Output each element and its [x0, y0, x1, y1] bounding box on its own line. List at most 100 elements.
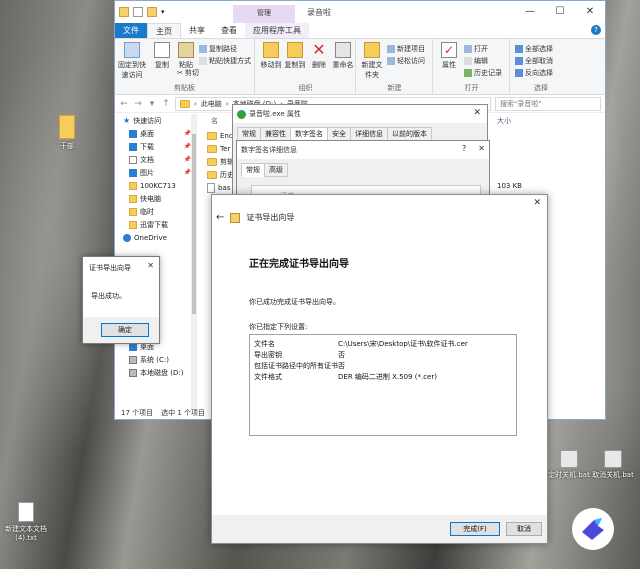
select-all-button[interactable]: 全部选择 — [515, 43, 553, 54]
copy-path-icon — [199, 44, 207, 53]
folder-small-icon[interactable] — [119, 7, 129, 17]
bird-logo-icon[interactable] — [572, 508, 614, 550]
nav-item[interactable]: OneDrive — [115, 231, 197, 244]
nav-item[interactable]: 图片 📌 — [115, 166, 197, 179]
edit-icon — [464, 56, 472, 65]
tab-app-tools[interactable]: 应用程序工具 — [245, 23, 309, 38]
help-icon[interactable]: ? — [591, 25, 601, 35]
new-item-button[interactable]: 新建项目 — [387, 43, 425, 54]
search-input[interactable]: 搜索"录音啦" — [495, 96, 601, 111]
cloud-icon — [123, 233, 131, 242]
cut-label: 剪切 — [184, 68, 199, 77]
back-arrow-icon[interactable]: ← — [119, 99, 129, 109]
file-row[interactable]: bas — [207, 182, 230, 194]
invert-selection-button[interactable]: 反向选择 — [515, 67, 553, 78]
nav-item[interactable]: 文档 📌 — [115, 153, 197, 166]
minimize-icon[interactable]: — — [515, 1, 545, 23]
tab-file[interactable]: 文件 — [115, 23, 147, 38]
desktop-bat-cancel[interactable]: 取消关机.bat — [590, 450, 636, 480]
scroll-thumb[interactable] — [192, 134, 196, 314]
chevron-down-icon[interactable]: ▾ — [161, 8, 165, 16]
open-icon — [464, 44, 472, 53]
tab-share[interactable]: 共享 — [181, 23, 213, 38]
setting-value: C:\Users\宋\Desktop\证书\软件证书.cer — [338, 340, 468, 348]
nav-scrollbar[interactable] — [191, 114, 197, 409]
paste-button[interactable]: 粘贴 — [173, 42, 199, 70]
copy-button[interactable]: 复制 — [149, 42, 175, 70]
pin-quick-access-button[interactable]: 固定到快速访问 — [117, 42, 147, 80]
column-header-name[interactable]: 名 — [211, 116, 218, 126]
nav-item[interactable]: 100KC713 — [115, 179, 197, 192]
properties-small-icon[interactable] — [133, 7, 143, 17]
help-icon[interactable]: ? — [462, 144, 466, 153]
new-folder-button[interactable]: 新建文件夹 — [359, 42, 385, 80]
desktop-folder-icon[interactable]: 干部 — [52, 115, 82, 151]
tab-previous-versions[interactable]: 以前的版本 — [387, 127, 432, 141]
cancel-button[interactable]: 取消 — [506, 522, 542, 536]
close-icon[interactable]: ✕ — [575, 1, 605, 23]
tab-general[interactable]: 常规 — [237, 127, 261, 141]
rename-icon — [335, 42, 351, 58]
delete-button[interactable]: ✕ 删除 — [306, 42, 332, 70]
nav-item[interactable]: 迅雷下载 — [115, 218, 197, 231]
breadcrumb-this-pc[interactable]: 此电脑 — [201, 99, 222, 109]
up-arrow-icon[interactable]: ↑ — [161, 99, 171, 109]
file-row[interactable]: Ter — [207, 143, 230, 155]
maximize-icon[interactable]: ☐ — [545, 1, 575, 23]
nav-item[interactable]: ★ 快速访问 — [115, 114, 197, 127]
cut-button[interactable]: ✂ 剪切 — [177, 67, 199, 78]
folder-icon — [59, 115, 75, 139]
pin-icon[interactable]: 📌 — [184, 156, 191, 163]
open-button[interactable]: 打开 — [464, 43, 488, 54]
paste-shortcut-button[interactable]: 粘贴快捷方式 — [199, 55, 251, 66]
close-icon[interactable]: ✕ — [533, 198, 541, 208]
tab-home[interactable]: 主页 — [147, 23, 181, 38]
nav-item[interactable]: 快电脑 — [115, 192, 197, 205]
close-icon[interactable]: ✕ — [147, 261, 154, 270]
tab-security[interactable]: 安全 — [327, 127, 351, 141]
file-row[interactable]: 历史 — [207, 169, 234, 181]
tab-details[interactable]: 详细信息 — [350, 127, 388, 141]
select-none-label: 全部取消 — [525, 56, 553, 65]
pin-icon[interactable]: 📌 — [184, 130, 191, 137]
column-header-size[interactable]: 大小 — [497, 116, 511, 126]
tab-view[interactable]: 查看 — [213, 23, 245, 38]
new-folder-small-icon[interactable] — [147, 7, 157, 17]
history-button[interactable]: 历史记录 — [464, 67, 502, 78]
back-arrow-icon[interactable]: ← — [216, 212, 224, 223]
desktop-icon-label: 干部 — [60, 142, 74, 150]
tab-general[interactable]: 常规 — [241, 163, 265, 177]
pin-icon[interactable]: 📌 — [184, 169, 191, 176]
pin-icon[interactable]: 📌 — [184, 143, 191, 150]
copy-to-button[interactable]: 复制到 — [282, 42, 308, 70]
finish-button[interactable]: 完成(F) — [450, 522, 500, 536]
ok-button[interactable]: 确定 — [101, 323, 149, 337]
group-label: 新建 — [387, 84, 402, 92]
desktop-bat-shutdown[interactable]: 定时关机.bat — [548, 450, 590, 480]
edit-button[interactable]: 编辑 — [464, 55, 488, 66]
easy-access-button[interactable]: 轻松访问 — [387, 55, 425, 66]
chevron-down-icon[interactable]: ▾ — [147, 99, 157, 109]
copy-path-button[interactable]: 复制路径 — [199, 43, 237, 54]
select-none-button[interactable]: 全部取消 — [515, 55, 553, 66]
close-icon[interactable]: ✕ — [478, 144, 485, 153]
tab-compatibility[interactable]: 兼容性 — [260, 127, 291, 141]
close-icon[interactable]: ✕ — [473, 108, 481, 118]
desktop-text-file-icon[interactable]: 新建文本文档 (4).txt — [4, 502, 48, 542]
tab-digital-signatures[interactable]: 数字签名 — [290, 127, 328, 141]
nav-item-label: 100KC713 — [140, 181, 176, 190]
file-row[interactable]: Enc — [207, 130, 233, 142]
nav-item[interactable]: 桌面 📌 — [115, 127, 197, 140]
nav-item[interactable]: 临时 — [115, 205, 197, 218]
rename-button[interactable]: 重命名 — [330, 42, 356, 70]
wizard-title: 证书导出向导 — [246, 213, 295, 222]
file-row[interactable]: 剪辑 — [207, 156, 234, 168]
tab-advanced[interactable]: 高级 — [264, 163, 288, 177]
nav-item[interactable]: 本地磁盘 (D:) — [115, 366, 197, 379]
move-to-button[interactable]: 移动到 — [258, 42, 284, 70]
setting-value: 否 — [338, 351, 345, 359]
nav-item[interactable]: 下载 📌 — [115, 140, 197, 153]
properties-button[interactable]: ✓ 属性 — [436, 42, 462, 70]
forward-arrow-icon[interactable]: → — [133, 99, 143, 109]
nav-item[interactable]: 系统 (C:) — [115, 353, 197, 366]
